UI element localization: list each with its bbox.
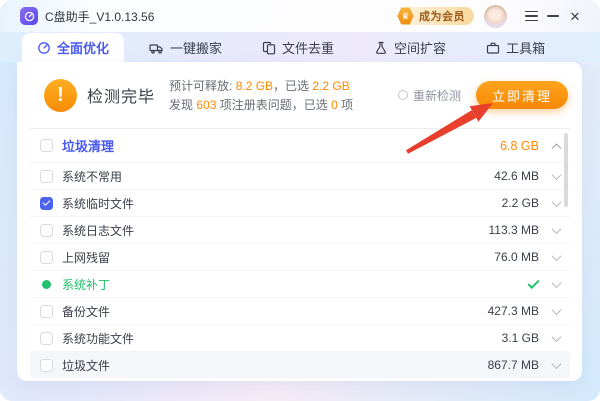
expand-chevron-icon[interactable] [552, 305, 562, 315]
list-item[interactable]: 系统不常用 42.6 MB [30, 162, 570, 189]
recheck-icon [398, 90, 408, 100]
row-checkbox[interactable] [40, 332, 53, 345]
list-item[interactable]: 系统临时文件 2.2 GB [30, 189, 570, 216]
minimize-button[interactable] [542, 5, 564, 27]
tabbar: 全面优化 一键搬家 文件去重 空间扩容 工具箱 [0, 32, 600, 62]
tab-full-optimization[interactable]: 全面优化 [22, 33, 124, 62]
duplicate-files-icon [262, 41, 276, 55]
app-title: C盘助手_V1.0.13.56 [45, 8, 154, 25]
tab-label: 一键搬家 [170, 38, 222, 57]
tab-label: 全面优化 [57, 38, 109, 57]
scrollbar-thumb[interactable] [564, 133, 568, 207]
warning-exclamation-icon: ! [44, 79, 77, 112]
expand-chevron-icon[interactable] [552, 251, 562, 261]
tab-label: 工具箱 [506, 38, 545, 57]
registry-line: 发现 603 项注册表问题，已选 0 项 [169, 97, 353, 113]
expand-chevron-icon[interactable] [552, 278, 562, 288]
close-button[interactable]: ✕ [564, 5, 586, 27]
expand-chevron-icon[interactable] [552, 197, 562, 207]
scan-summary: ! 检测完毕 预计可释放: 8.2 GB，已选 2.2 GB 发现 603 项注… [17, 62, 582, 128]
row-checkbox[interactable] [40, 170, 53, 183]
content-panel: ! 检测完毕 预计可释放: 8.2 GB，已选 2.2 GB 发现 603 项注… [17, 62, 582, 381]
become-member-button[interactable]: ♛ 成为会员 [400, 7, 474, 25]
list-item[interactable]: 备份文件 427.3 MB [30, 297, 570, 324]
gauge-icon [37, 41, 51, 55]
releasable-size: 8.2 GB [236, 79, 273, 93]
app-window: C盘助手_V1.0.13.56 ♛ 成为会员 ✕ 全面优化 一键搬家 [0, 0, 600, 401]
crown-badge-icon: ♛ [397, 7, 414, 25]
expand-chevron-icon[interactable] [552, 170, 562, 180]
tab-file-dedup[interactable]: 文件去重 [247, 33, 349, 62]
user-avatar[interactable] [484, 5, 507, 28]
list-item[interactable]: 上网残留 76.0 MB [30, 243, 570, 270]
row-checkbox[interactable] [40, 359, 53, 372]
tab-one-click-move[interactable]: 一键搬家 [134, 33, 237, 62]
expand-chevron-icon[interactable] [552, 224, 562, 234]
minimize-icon [547, 15, 559, 17]
group-size: 6.8 GB [500, 139, 539, 153]
selected-size: 2.2 GB [312, 79, 349, 93]
registry-issue-count: 603 [196, 98, 216, 112]
tab-space-expand[interactable]: 空间扩容 [359, 33, 461, 62]
row-checkbox[interactable] [40, 251, 53, 264]
cleanup-list: 垃圾清理 6.8 GB 系统不常用 42.6 MB 系统临时文件 2.2 GB … [17, 129, 582, 378]
list-item[interactable]: 系统功能文件 3.1 GB [30, 324, 570, 351]
tab-label: 文件去重 [282, 38, 334, 57]
group-checkbox[interactable] [40, 139, 53, 152]
group-row-junk-clean[interactable]: 垃圾清理 6.8 GB [30, 129, 570, 162]
clean-now-button[interactable]: 立即清理 [476, 81, 568, 109]
row-checkbox[interactable] [40, 224, 53, 237]
collapse-chevron-icon[interactable] [552, 143, 562, 153]
row-checkbox[interactable] [40, 197, 53, 210]
registry-selected-count: 0 [331, 98, 338, 112]
list-item[interactable]: 系统日志文件 113.3 MB [30, 216, 570, 243]
flask-icon [374, 41, 388, 55]
truck-icon [149, 41, 164, 55]
list-item[interactable]: 系统补丁 [30, 270, 570, 297]
app-logo-icon [20, 7, 38, 25]
close-icon: ✕ [570, 10, 581, 23]
list-item[interactable]: 垃圾文件 867.7 MB [30, 351, 570, 378]
tab-label: 空间扩容 [394, 38, 446, 57]
done-check-icon [527, 276, 539, 288]
tab-toolbox[interactable]: 工具箱 [471, 33, 560, 62]
done-dot-icon [42, 280, 51, 289]
hamburger-menu-icon [525, 11, 538, 22]
titlebar: C盘助手_V1.0.13.56 ♛ 成为会员 ✕ [0, 0, 600, 32]
expand-chevron-icon[interactable] [552, 359, 562, 369]
scan-status-title: 检测完毕 [87, 83, 155, 107]
releasable-line: 预计可释放: 8.2 GB，已选 2.2 GB [169, 78, 353, 94]
member-badge-label: 成为会员 [419, 8, 465, 24]
recheck-button[interactable]: 重新检测 [398, 87, 461, 104]
group-label: 垃圾清理 [62, 136, 500, 155]
row-checkbox[interactable] [40, 305, 53, 318]
scan-status-details: 预计可释放: 8.2 GB，已选 2.2 GB 发现 603 项注册表问题，已选… [169, 78, 353, 113]
toolbox-icon [486, 41, 500, 55]
expand-chevron-icon[interactable] [552, 332, 562, 342]
main-menu-button[interactable] [520, 5, 542, 27]
